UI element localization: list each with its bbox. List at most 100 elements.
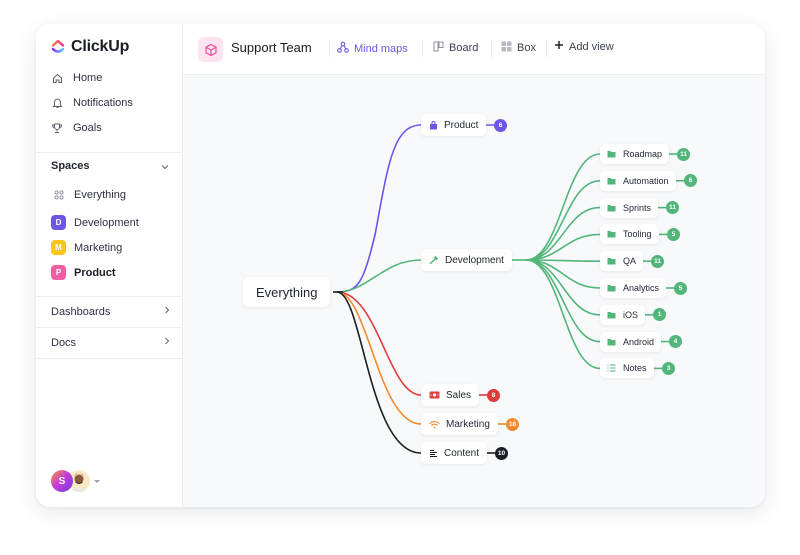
mindmap-node-android[interactable]: Android bbox=[600, 331, 662, 352]
sidebar-item-label: Everything bbox=[74, 189, 126, 201]
sidebar-item-label: Home bbox=[73, 72, 103, 84]
count-badge: 4 bbox=[669, 335, 682, 349]
node-label: Roadmap bbox=[623, 149, 663, 159]
divider bbox=[491, 40, 492, 57]
sidebar-space-marketing[interactable]: M Marketing bbox=[51, 240, 122, 255]
chevron-right-icon bbox=[163, 305, 171, 318]
mindmap-icon bbox=[337, 41, 349, 56]
bag-icon bbox=[429, 120, 438, 130]
sidebar-item-dashboards[interactable]: Dashboards bbox=[51, 305, 171, 318]
money-icon bbox=[429, 391, 440, 399]
node-label: Analytics bbox=[623, 283, 660, 293]
divider bbox=[329, 40, 330, 57]
add-view-button[interactable]: Add view bbox=[554, 40, 614, 53]
divider bbox=[36, 152, 182, 153]
count-badge: 11 bbox=[677, 147, 690, 161]
sidebar-item-home[interactable]: Home bbox=[51, 72, 102, 84]
count-badge: 5 bbox=[667, 227, 680, 241]
node-label: Everything bbox=[256, 284, 318, 300]
spaces-title: Spaces bbox=[51, 160, 90, 172]
mindmap-node-qa[interactable]: QA bbox=[600, 251, 644, 272]
sidebar-item-label: Product bbox=[74, 266, 116, 279]
space-avatar: D bbox=[51, 215, 66, 230]
sidebar-item-goals[interactable]: Goals bbox=[51, 122, 102, 134]
grid-dots-icon bbox=[51, 190, 66, 200]
mindmap-root-node[interactable]: Everything bbox=[243, 277, 331, 307]
node-label: Sprints bbox=[623, 202, 652, 213]
mindmap-node-analytics[interactable]: Analytics bbox=[600, 278, 667, 298]
mindmap-node-sprints[interactable]: Sprints bbox=[600, 197, 659, 218]
mindmap-node-automation[interactable]: Automation bbox=[600, 170, 676, 191]
development-children-links bbox=[512, 153, 601, 370]
chevron-right-icon bbox=[163, 336, 171, 349]
node-label: Development bbox=[445, 254, 504, 266]
node-label: Android bbox=[623, 336, 655, 347]
folder-icon bbox=[607, 177, 616, 185]
folder-icon bbox=[607, 150, 616, 158]
count-badge: 8 bbox=[487, 388, 500, 402]
node-label: Sales bbox=[446, 389, 472, 401]
mindmap-node-tooling[interactable]: Tooling bbox=[600, 224, 659, 245]
mindmap-node-marketing[interactable]: Marketing bbox=[421, 413, 498, 435]
folder-icon bbox=[607, 230, 616, 238]
mindmap-node-ios[interactable]: iOS bbox=[600, 304, 646, 325]
avatar: S bbox=[51, 470, 73, 492]
sidebar-item-label: Dashboards bbox=[51, 305, 111, 318]
hammer-icon bbox=[429, 255, 439, 265]
mindmap-node-roadmap[interactable]: Roadmap bbox=[600, 144, 670, 164]
chevron-down-icon[interactable] bbox=[160, 159, 170, 177]
mindmap-node-notes[interactable]: Notes bbox=[600, 358, 654, 379]
mindmap-canvas[interactable]: Everything Product 6 Development Sales 8 Marke… bbox=[183, 75, 765, 507]
text-lines-icon bbox=[429, 449, 438, 458]
mindmap-node-content[interactable]: Content bbox=[421, 442, 488, 464]
tab-board[interactable]: Board bbox=[433, 41, 478, 55]
tab-label: Box bbox=[517, 42, 536, 54]
link-sprints bbox=[525, 206, 601, 261]
sidebar-item-docs[interactable]: Docs bbox=[51, 336, 171, 349]
mindmap-node-sales[interactable]: Sales bbox=[421, 384, 480, 406]
sidebar-item-notifications[interactable]: Notifications bbox=[51, 97, 133, 109]
node-label: Product bbox=[444, 119, 479, 131]
box-icon bbox=[501, 41, 512, 55]
folder-icon bbox=[607, 311, 616, 319]
folder-icon bbox=[607, 338, 616, 346]
page-title: Support Team bbox=[231, 40, 312, 55]
sidebar-item-everything[interactable]: Everything bbox=[51, 189, 126, 201]
mindmap-node-product[interactable]: Product bbox=[421, 114, 487, 136]
node-label: Content bbox=[444, 447, 480, 459]
sidebar-space-product[interactable]: P Product bbox=[51, 265, 116, 280]
count-badge: 5 bbox=[674, 281, 687, 295]
link-roadmap bbox=[525, 153, 601, 261]
count-badge: 10 bbox=[495, 446, 508, 460]
board-icon bbox=[433, 41, 444, 55]
tab-label: Board bbox=[449, 42, 479, 54]
folder-icon bbox=[607, 257, 616, 265]
top-bar: Support Team Mind maps Board Box Add vie… bbox=[183, 24, 765, 75]
list-icon bbox=[607, 364, 616, 372]
tab-box[interactable]: Box bbox=[501, 41, 536, 55]
folder-icon bbox=[607, 284, 616, 292]
user-menu[interactable]: S bbox=[51, 470, 100, 492]
count-badge: 11 bbox=[666, 201, 679, 215]
add-view-label: Add view bbox=[569, 40, 614, 53]
link-development bbox=[336, 259, 422, 293]
clickup-logo-icon bbox=[51, 39, 65, 53]
link-notes bbox=[525, 259, 601, 370]
node-label: Tooling bbox=[623, 229, 652, 240]
node-label: Marketing bbox=[446, 418, 490, 430]
sidebar-item-label: Goals bbox=[73, 122, 102, 134]
divider bbox=[546, 40, 547, 57]
divider bbox=[36, 358, 182, 359]
plus-icon bbox=[554, 40, 564, 53]
folder-icon bbox=[607, 204, 616, 212]
link-android bbox=[525, 259, 601, 343]
clickup-logo[interactable]: ClickUp bbox=[51, 38, 129, 56]
sidebar-item-label: Marketing bbox=[74, 241, 123, 254]
divider bbox=[422, 40, 423, 57]
mindmap-node-development[interactable]: Development bbox=[421, 249, 512, 271]
bell-icon bbox=[51, 97, 63, 109]
trophy-icon bbox=[51, 122, 63, 134]
sidebar-space-development[interactable]: D Development bbox=[51, 215, 139, 230]
tab-mind-maps[interactable]: Mind maps bbox=[337, 41, 408, 56]
count-badge: 18 bbox=[506, 417, 519, 431]
